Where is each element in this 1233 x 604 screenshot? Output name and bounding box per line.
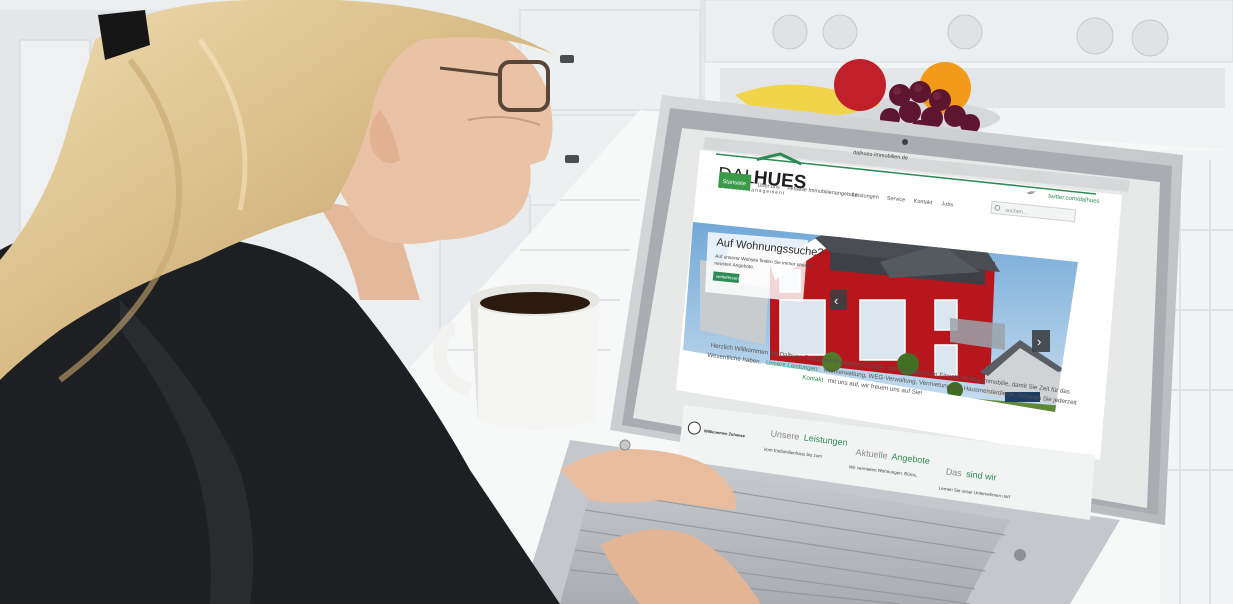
website-screen: dalhues-immobilien.de DAL HUES Gebäudema…: [676, 137, 1130, 520]
slider-prev-button[interactable]: ‹: [830, 290, 847, 310]
chevron-right-icon: ›: [1037, 334, 1041, 349]
nav-item-jobs[interactable]: Jobs: [941, 201, 953, 208]
slider-next-button[interactable]: ›: [1032, 330, 1050, 352]
chevron-left-icon: ‹: [834, 293, 838, 308]
photo-scene: dalhues-immobilien.de DAL HUES Gebäudema…: [0, 0, 1233, 604]
column-about-title-light: Das: [945, 466, 963, 478]
